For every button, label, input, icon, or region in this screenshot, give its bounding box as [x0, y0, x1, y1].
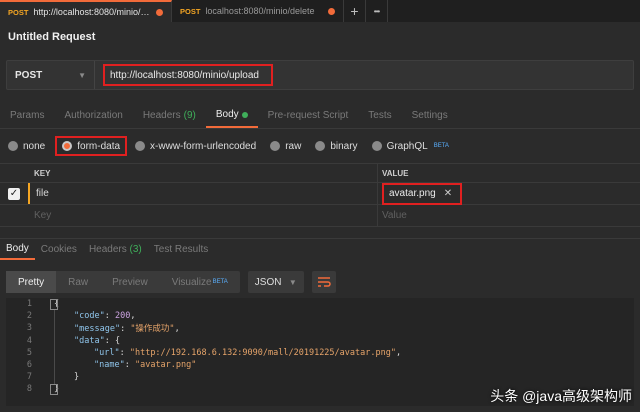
brace-match-highlight [50, 384, 58, 395]
code-line: 7 } [26, 372, 80, 383]
value-column-header: VALUE [382, 168, 409, 178]
radio-graphql[interactable]: GraphQL BETA [364, 136, 455, 156]
tab-method: POST [180, 6, 201, 16]
response-view-bar: Pretty Raw Preview Visualize BETA JSON ▼ [6, 270, 336, 294]
url-input[interactable]: http://localhost:8080/minio/upload [103, 64, 273, 86]
tab-prerequest-script[interactable]: Pre-request Script [258, 103, 359, 128]
tab-headers-label: Headers [142, 110, 181, 121]
radio-circle-icon [315, 141, 326, 151]
remove-file-icon[interactable]: ✕ [444, 188, 452, 199]
response-headers-count: (3) [129, 244, 142, 255]
unsaved-dot-icon [328, 7, 335, 15]
response-tabs: Body Cookies Headers (3) Test Results [0, 238, 640, 260]
request-tab-bar: POST http://localhost:8080/minio/u... PO… [0, 0, 640, 22]
tab-delete-request[interactable]: POST localhost:8080/minio/delete [172, 0, 344, 22]
view-visualize-label: Visualize [171, 276, 212, 288]
radio-urlencoded-label: x-www-form-urlencoded [150, 140, 257, 152]
response-tab-body[interactable]: Body [0, 239, 35, 260]
body-active-dot-icon [241, 111, 248, 118]
new-tab-button[interactable]: + [344, 0, 366, 22]
radio-urlencoded[interactable]: x-www-form-urlencoded [127, 136, 262, 156]
selected-file-chip[interactable]: avatar.png ✕ [382, 182, 462, 205]
request-tabs: Params Authorization Headers (9) Body Pr… [0, 103, 640, 129]
view-raw-button[interactable]: Raw [56, 271, 100, 293]
radio-circle-icon [135, 141, 146, 151]
row-enabled-checkbox[interactable]: ✓ [8, 187, 20, 200]
unsaved-dot-icon [156, 8, 163, 16]
radio-binary-label: binary [330, 140, 358, 152]
tab-settings[interactable]: Settings [402, 103, 458, 128]
beta-badge: BETA [212, 279, 228, 285]
chevron-down-icon: ▼ [78, 70, 86, 80]
body-type-options: none form-data x-www-form-urlencoded raw… [0, 134, 640, 158]
brace-match-highlight [50, 299, 58, 310]
radio-form-data-label: form-data [77, 140, 121, 152]
radio-circle-icon [371, 141, 382, 151]
tab-url: localhost:8080/minio/delete [205, 6, 315, 16]
view-visualize-button[interactable]: Visualize BETA [160, 271, 240, 293]
response-tab-test-results[interactable]: Test Results [148, 239, 214, 260]
more-tabs-icon[interactable]: ••• [366, 0, 388, 22]
code-line: 3 "message": "操作成功", [26, 323, 180, 335]
code-line: 5 "url": "http://192.168.6.132:9090/mall… [26, 347, 402, 358]
table-row-new: Key Value [0, 205, 640, 227]
tab-tests[interactable]: Tests [358, 103, 401, 128]
form-data-table: KEY VALUE ✓ file avatar.png ✕ Key Value [0, 163, 640, 227]
table-header: KEY VALUE [0, 163, 640, 183]
radio-raw[interactable]: raw [262, 136, 307, 156]
response-tab-headers[interactable]: Headers (3) [83, 239, 148, 260]
chevron-down-icon: ▼ [288, 277, 297, 287]
code-line: 2 "code": 200, [26, 311, 136, 322]
tab-body-label: Body [215, 109, 239, 120]
code-line: 1 { [26, 299, 60, 310]
wrap-lines-icon [317, 277, 331, 287]
tab-params[interactable]: Params [0, 103, 54, 128]
headers-count: (9) [183, 110, 196, 121]
request-url-bar: POST ▼ http://localhost:8080/minio/uploa… [6, 60, 634, 90]
radio-binary[interactable]: binary [307, 136, 363, 156]
radio-none-label: none [23, 140, 46, 152]
new-value-input[interactable]: Value [378, 205, 640, 226]
wrap-lines-button[interactable] [311, 271, 336, 293]
method-value: POST [15, 69, 43, 81]
format-select[interactable]: JSON ▼ [247, 271, 304, 293]
radio-raw-label: raw [285, 140, 302, 152]
response-tab-cookies[interactable]: Cookies [35, 239, 83, 260]
radio-selected-icon [62, 141, 73, 151]
tab-upload-request[interactable]: POST http://localhost:8080/minio/u... [0, 0, 172, 22]
row-key-input[interactable]: file [28, 183, 378, 204]
tab-body[interactable]: Body [205, 103, 258, 128]
beta-badge: BETA [433, 143, 449, 149]
code-line: 6 "name": "avatar.png" [26, 360, 197, 371]
radio-form-data[interactable]: form-data [55, 136, 128, 156]
tab-authorization[interactable]: Authorization [54, 103, 132, 128]
view-mode-group: Pretty Raw Preview Visualize BETA [6, 271, 240, 293]
view-pretty-button[interactable]: Pretty [6, 271, 57, 293]
format-value: JSON [254, 276, 282, 288]
radio-circle-icon [270, 141, 281, 151]
request-title[interactable]: Untitled Request [8, 31, 95, 43]
new-key-input[interactable]: Key [28, 205, 378, 226]
view-preview-button[interactable]: Preview [100, 271, 160, 293]
method-select[interactable]: POST ▼ [7, 61, 95, 89]
radio-none[interactable]: none [0, 136, 51, 156]
table-row: ✓ file avatar.png ✕ [0, 182, 640, 205]
tab-method: POST [8, 7, 29, 17]
response-headers-label: Headers [88, 244, 127, 255]
code-line: 4 "data": { [26, 335, 121, 346]
row-value-cell: avatar.png ✕ [378, 182, 640, 205]
selected-file-name: avatar.png [389, 188, 436, 199]
watermark-text: 头条 @java高级架构师 [490, 388, 632, 404]
key-column-header: KEY [28, 164, 378, 182]
tab-headers[interactable]: Headers (9) [133, 103, 206, 128]
tab-url: http://localhost:8080/minio/u... [33, 7, 151, 17]
radio-circle-icon [8, 141, 18, 151]
radio-graphql-label: GraphQL [386, 140, 428, 152]
